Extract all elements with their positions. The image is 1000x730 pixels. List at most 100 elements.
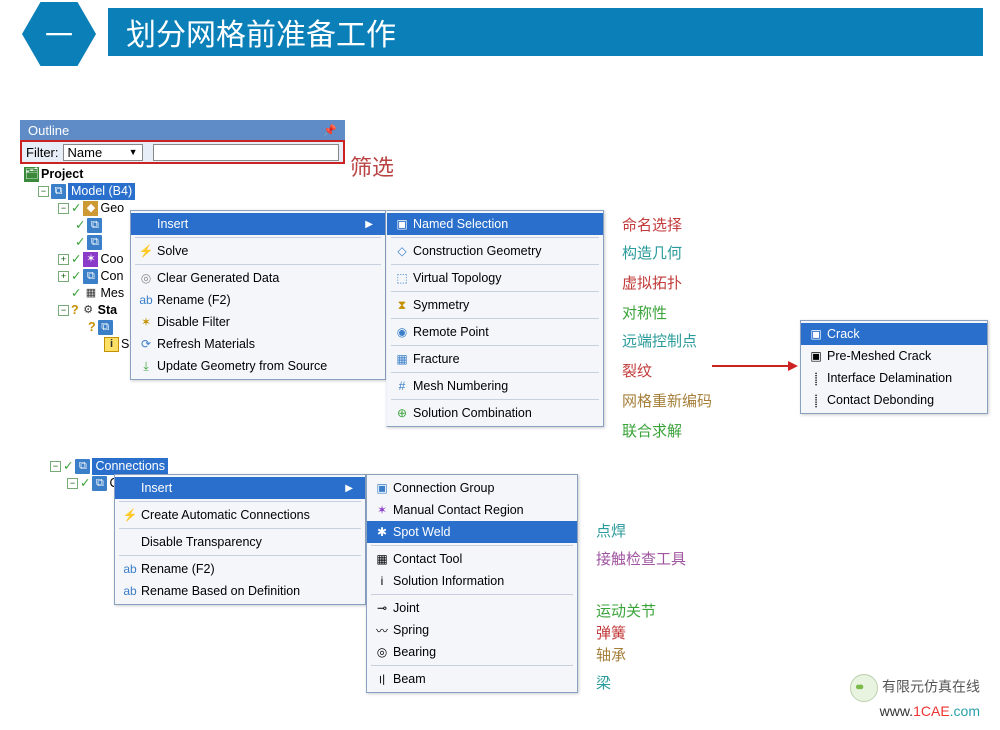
frac-debond[interactable]: ⸽Contact Debonding xyxy=(801,389,987,411)
section-badge: 一 xyxy=(22,2,96,66)
chevron-down-icon: ▼ xyxy=(129,147,138,157)
annot2-joint: 运动关节 xyxy=(596,600,656,621)
topology-icon: ⬚ xyxy=(391,271,413,285)
ctx2-insert-label: Insert xyxy=(141,481,172,495)
sub-mesh-numbering[interactable]: #Mesh Numbering xyxy=(387,375,603,397)
ins2-spot-weld-label: Spot Weld xyxy=(393,525,450,539)
filter-annotation: 筛选 xyxy=(350,150,394,182)
ins2-bearing[interactable]: ◎Bearing xyxy=(367,641,577,663)
ctx2-disable-trans[interactable]: Disable Transparency xyxy=(115,531,365,553)
ins2-spring-label: Spring xyxy=(393,623,429,637)
construction-icon: ◇ xyxy=(391,244,413,258)
delam-icon: ⸽ xyxy=(805,370,827,387)
frac-debond-label: Contact Debonding xyxy=(827,393,934,407)
sub-construction-geometry[interactable]: ◇Construction Geometry xyxy=(387,240,603,262)
ctx-update-geom-label: Update Geometry from Source xyxy=(157,359,327,373)
expand-icon[interactable]: + xyxy=(58,254,69,265)
ins2-spot-weld[interactable]: ✱Spot Weld xyxy=(367,521,577,543)
sub-named-selection[interactable]: ▣Named Selection xyxy=(387,213,603,235)
sub-solution-combination[interactable]: ⊕Solution Combination xyxy=(387,402,603,424)
annot-virt-topo: 虚拟拓扑 xyxy=(622,272,682,293)
ins2-joint[interactable]: ⊸Joint xyxy=(367,597,577,619)
filter-row[interactable]: Filter: Name▼ xyxy=(20,140,345,164)
model-icon: ⧉ xyxy=(51,184,66,199)
debond-icon: ⸽ xyxy=(805,392,827,409)
footer-url-mid: 1CAE xyxy=(913,703,950,719)
crack-icon: ▣ xyxy=(805,327,827,341)
sub-named-selection-label: Named Selection xyxy=(413,217,508,231)
ins2-spring[interactable]: 〰Spring xyxy=(367,619,577,641)
tree-model[interactable]: − ⧉ Model (B4) xyxy=(24,183,345,200)
filter-input[interactable] xyxy=(153,144,340,161)
ins2-manual-contact[interactable]: ✶Manual Contact Region xyxy=(367,499,577,521)
ins2-connection-group[interactable]: ▣Connection Group xyxy=(367,477,577,499)
ctx2-insert[interactable]: Insert▶ xyxy=(115,477,365,499)
ctx-insert[interactable]: Insert ▶ xyxy=(131,213,385,235)
mesh-icon: ▦ xyxy=(83,286,98,301)
collapse-icon[interactable]: − xyxy=(58,203,69,214)
ins2-solution-info[interactable]: iSolution Information xyxy=(367,570,577,592)
footer-url-pre: www. xyxy=(880,703,913,719)
ctx-disable-filter[interactable]: ✶Disable Filter xyxy=(131,311,385,333)
pin-icon[interactable]: 📌 xyxy=(323,124,337,137)
frac-crack[interactable]: ▣Crack xyxy=(801,323,987,345)
filter-value: Name xyxy=(68,145,103,160)
ctx-refresh-label: Refresh Materials xyxy=(157,337,255,351)
expand-icon[interactable]: + xyxy=(58,271,69,282)
tree2-connections[interactable]: −✓⧉Connections xyxy=(50,458,168,475)
frac-premeshed[interactable]: ▣Pre-Meshed Crack xyxy=(801,345,987,367)
annot2-beam: 梁 xyxy=(596,672,611,693)
collapse-icon[interactable]: − xyxy=(38,186,49,197)
fracture-submenu: ▣Crack ▣Pre-Meshed Crack ⸽Interface Dela… xyxy=(800,320,988,414)
chevron-right-icon: ▶ xyxy=(365,219,373,230)
collapse-icon[interactable]: − xyxy=(58,305,69,316)
sub-symmetry[interactable]: ⧗Symmetry xyxy=(387,294,603,316)
sub-remote-point[interactable]: ◉Remote Point xyxy=(387,321,603,343)
ctx2-rename-def[interactable]: abRename Based on Definition xyxy=(115,580,365,602)
project-icon: 🗂 xyxy=(24,167,39,182)
collapse-icon[interactable]: − xyxy=(67,478,78,489)
ctx-solve[interactable]: ⚡Solve xyxy=(131,240,385,262)
arrow-icon xyxy=(712,358,798,374)
filter-select[interactable]: Name ▼ xyxy=(63,144,143,161)
symmetry-icon: ⧗ xyxy=(391,298,413,313)
ctx-refresh[interactable]: ⟳Refresh Materials xyxy=(131,333,385,355)
ctx2-rename-label: Rename (F2) xyxy=(141,562,215,576)
check-icon: ✓ xyxy=(75,217,85,234)
sub-sol-combo-label: Solution Combination xyxy=(413,406,532,420)
remote-point-icon: ◉ xyxy=(391,325,413,339)
rename-icon: ab xyxy=(119,562,141,576)
update-icon: ⤓ xyxy=(135,359,157,374)
ctx-rename[interactable]: abRename (F2) xyxy=(131,289,385,311)
collapse-icon[interactable]: − xyxy=(50,461,61,472)
ins2-contact-tool-label: Contact Tool xyxy=(393,552,462,566)
solve-icon: ⚡ xyxy=(135,244,157,258)
geometry-icon: ◆ xyxy=(83,201,98,216)
annot2-bearing: 轴承 xyxy=(596,644,626,665)
ctx2-rename[interactable]: abRename (F2) xyxy=(115,558,365,580)
sub-remote-point-label: Remote Point xyxy=(413,325,489,339)
sub-fracture[interactable]: ▦Fracture xyxy=(387,348,603,370)
ctx-insert-label: Insert xyxy=(157,217,188,231)
solution-icon: ⧉ xyxy=(98,320,113,335)
check-icon: ✓ xyxy=(71,251,81,268)
outline-header-label: Outline xyxy=(28,123,69,138)
ctx2-create-auto[interactable]: ⚡Create Automatic Connections xyxy=(115,504,365,526)
footer-url-post: .com xyxy=(950,703,980,719)
ctx-clear[interactable]: ◎Clear Generated Data xyxy=(131,267,385,289)
ins2-beam[interactable]: 〢Beam xyxy=(367,668,577,690)
sub-virtual-topology[interactable]: ⬚Virtual Topology xyxy=(387,267,603,289)
tree-project[interactable]: 🗂Project xyxy=(24,166,345,183)
annot-mesh-num: 网格重新编码 xyxy=(622,390,712,411)
connections-context-menu: Insert▶ ⚡Create Automatic Connections Di… xyxy=(114,474,366,605)
tree-geometry-label: Geo xyxy=(100,200,124,217)
frac-interface[interactable]: ⸽Interface Delamination xyxy=(801,367,987,389)
ctx-update-geom[interactable]: ⤓Update Geometry from Source xyxy=(131,355,385,377)
sub-symmetry-label: Symmetry xyxy=(413,298,469,312)
ins2-contact-tool[interactable]: ▦Contact Tool xyxy=(367,548,577,570)
annot-named-selection: 命名选择 xyxy=(622,214,682,235)
group-icon: ⧉ xyxy=(92,476,107,491)
ins2-manual-contact-label: Manual Contact Region xyxy=(393,503,524,517)
sub-mesh-num-label: Mesh Numbering xyxy=(413,379,508,393)
frac-premeshed-label: Pre-Meshed Crack xyxy=(827,349,931,363)
